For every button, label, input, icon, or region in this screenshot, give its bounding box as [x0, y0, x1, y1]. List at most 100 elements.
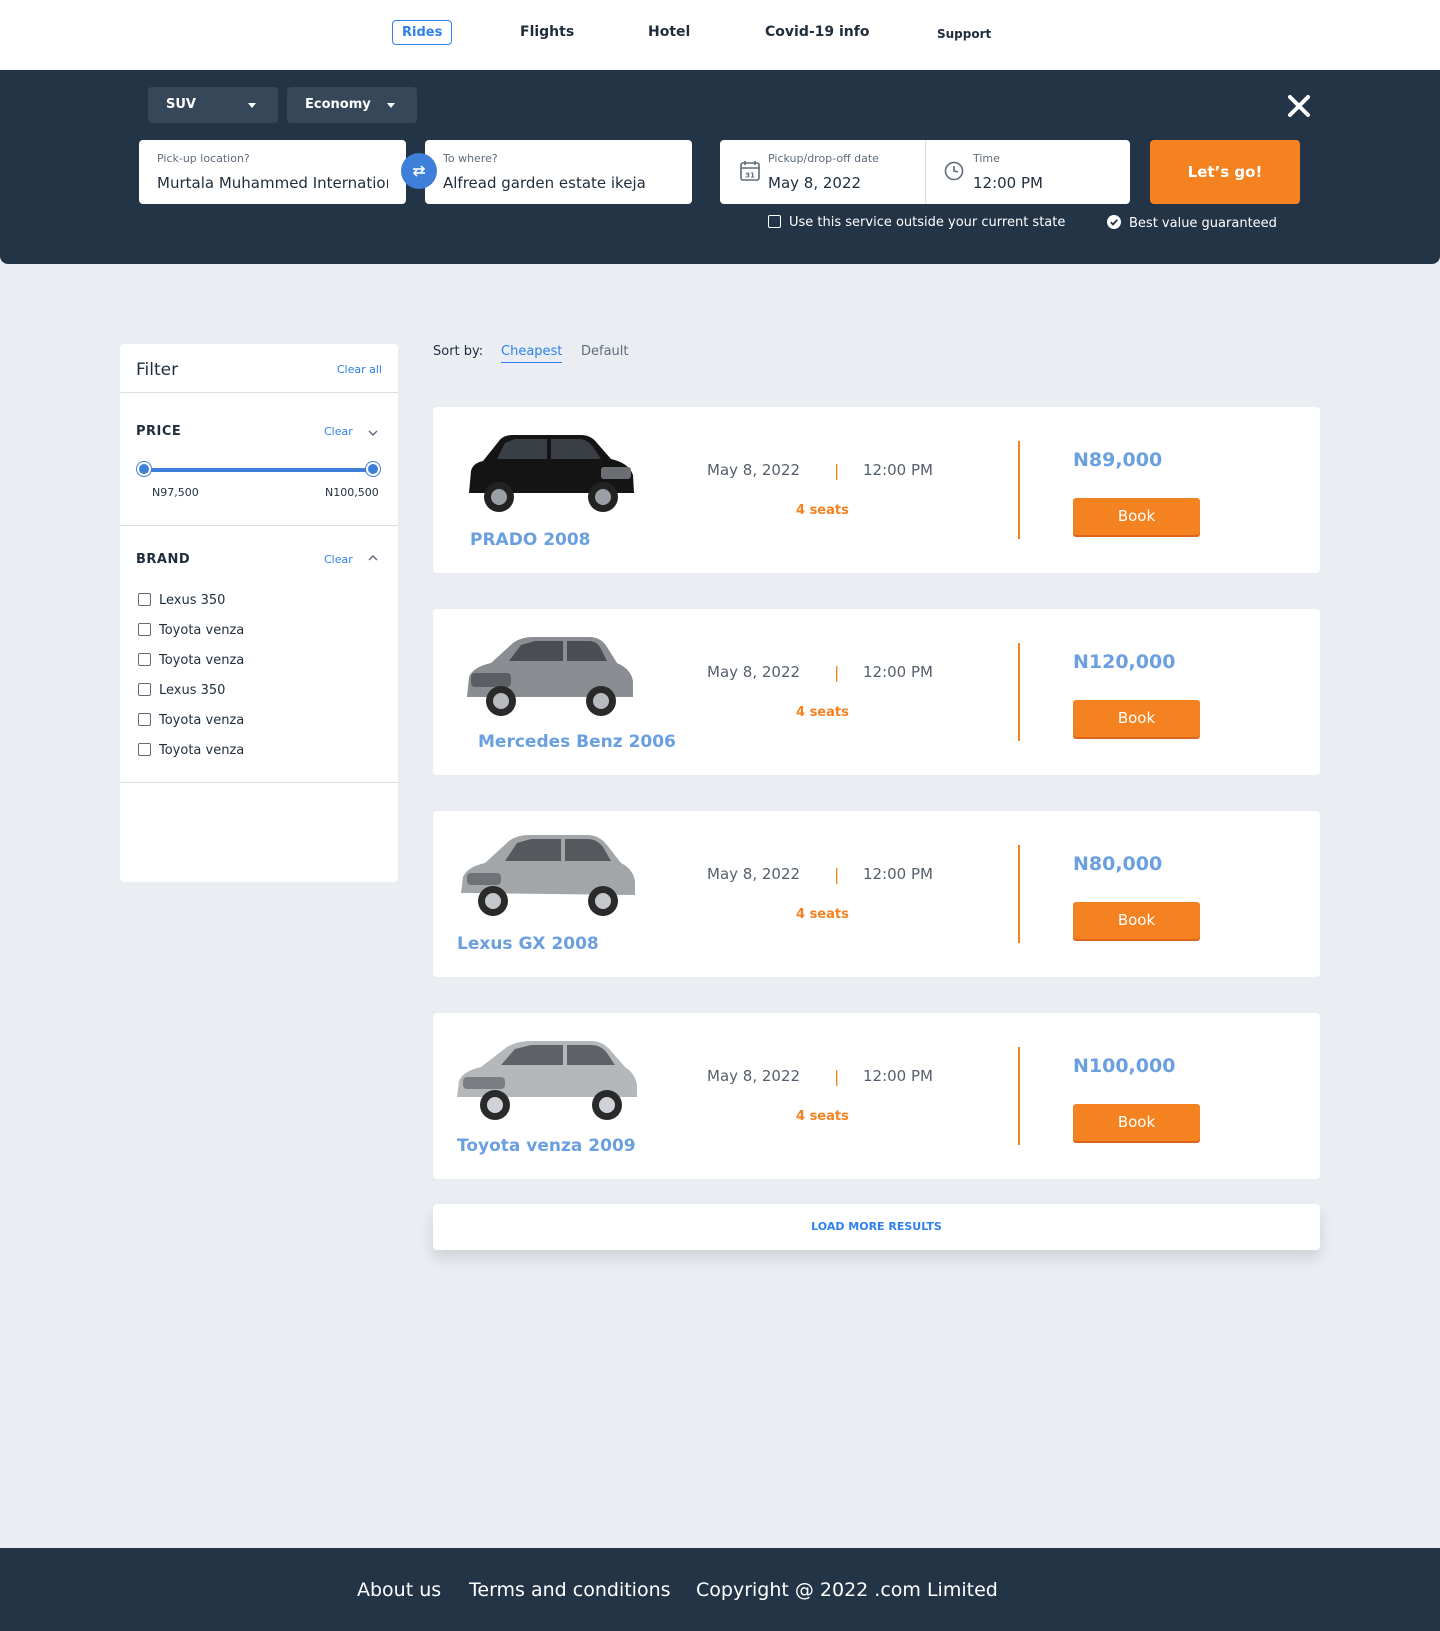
- outside-state-checkbox[interactable]: [768, 215, 781, 228]
- brand-clear-link[interactable]: Clear: [324, 553, 353, 566]
- vehicle-type-select[interactable]: SUV: [148, 87, 278, 123]
- book-button[interactable]: Book: [1073, 498, 1200, 535]
- trip-date: May 8, 2022: [707, 663, 801, 681]
- lets-go-button[interactable]: Let’s go!: [1150, 140, 1300, 204]
- vertical-divider: [1018, 845, 1020, 943]
- result-card: PRADO 2008 May 8, 2022 | 12:00 PM 4 seat…: [433, 407, 1320, 573]
- trip-date: May 8, 2022: [707, 865, 801, 883]
- seats-count: 4 seats: [796, 907, 849, 922]
- price-max-handle[interactable]: [366, 462, 380, 476]
- brand-option[interactable]: Lexus 350: [138, 683, 225, 698]
- trip-date: May 8, 2022: [707, 461, 801, 479]
- best-value-label: Best value guaranteed: [1129, 216, 1277, 231]
- sort-cheapest[interactable]: Cheapest: [501, 344, 563, 363]
- separator: |: [834, 663, 840, 682]
- nav-tab-covid-info[interactable]: Covid-19 info: [765, 24, 869, 40]
- trip-time: 12:00 PM: [863, 865, 933, 883]
- vertical-divider: [1018, 441, 1020, 539]
- car-image: [457, 1041, 637, 1120]
- dropoff-location-field[interactable]: To where? Alfread garden estate ikeja: [425, 140, 692, 204]
- date-value[interactable]: May 8, 2022: [768, 174, 861, 192]
- car-name: Mercedes Benz 2006: [478, 732, 676, 752]
- price-range-slider[interactable]: [144, 468, 374, 472]
- pickup-location-label: Pick-up location?: [157, 152, 250, 165]
- brand-option[interactable]: Toyota venza: [138, 743, 244, 758]
- calendar-day-text: 31: [745, 172, 755, 180]
- car-image: [469, 435, 634, 512]
- seats-count: 4 seats: [796, 1109, 849, 1124]
- nav-tab-hotel[interactable]: Hotel: [648, 24, 690, 40]
- brand-option-label: Toyota venza: [159, 623, 245, 638]
- caret-down-icon: [248, 103, 256, 108]
- sort-label: Sort by:: [433, 344, 484, 359]
- swap-arrows-icon: [412, 165, 426, 177]
- book-button[interactable]: Book: [1073, 700, 1200, 737]
- outside-state-option[interactable]: Use this service outside your current st…: [768, 215, 1065, 230]
- brand-option-label: Lexus 350: [159, 593, 226, 608]
- caret-down-icon: [387, 103, 395, 108]
- nav-tab-support[interactable]: Support: [937, 27, 991, 41]
- footer-about-link[interactable]: About us: [357, 1579, 441, 1601]
- filter-panel: Filter Clear all PRICE Clear N97,500 N10…: [120, 344, 398, 882]
- outside-state-label: Use this service outside your current st…: [789, 215, 1066, 230]
- price-min-handle[interactable]: [137, 462, 151, 476]
- trip-time: 12:00 PM: [863, 663, 933, 681]
- price: N89,000: [1073, 449, 1163, 471]
- close-icon[interactable]: [1286, 93, 1312, 119]
- sort-default[interactable]: Default: [581, 344, 629, 359]
- price-clear-link[interactable]: Clear: [324, 425, 353, 438]
- calendar-icon: 31: [740, 161, 760, 181]
- brand-option[interactable]: Lexus 350: [138, 593, 225, 608]
- price-max-label: N100,500: [325, 486, 379, 499]
- brand-option-label: Toyota venza: [159, 713, 245, 728]
- date-time-field: 31 Pickup/drop-off date May 8, 2022 Time…: [720, 140, 1130, 204]
- separator: |: [834, 865, 840, 884]
- chevron-up-icon[interactable]: [368, 553, 378, 563]
- pickup-location-field[interactable]: Pick-up location? Murtala Muhammed Inter…: [139, 140, 406, 204]
- price: N100,000: [1073, 1055, 1176, 1077]
- car-name: Lexus GX 2008: [457, 934, 599, 954]
- price-min-label: N97,500: [152, 486, 199, 499]
- time-value[interactable]: 12:00 PM: [973, 174, 1043, 192]
- brand-checkbox[interactable]: [138, 713, 151, 726]
- load-more-button[interactable]: LOAD MORE RESULTS: [433, 1204, 1320, 1250]
- result-card: Toyota venza 2009 May 8, 2022 | 12:00 PM…: [433, 1013, 1320, 1179]
- top-nav: Rides Flights Hotel Covid-19 info Suppor…: [0, 0, 1440, 70]
- book-button[interactable]: Book: [1073, 902, 1200, 939]
- brand-option[interactable]: Toyota venza: [138, 713, 244, 728]
- brand-checkbox[interactable]: [138, 743, 151, 756]
- price-section-title: PRICE: [136, 424, 182, 439]
- vehicle-type-value: SUV: [166, 97, 196, 112]
- clear-all-link[interactable]: Clear all: [337, 363, 382, 376]
- brand-checkbox[interactable]: [138, 683, 151, 696]
- time-label: Time: [973, 152, 1000, 165]
- brand-section-title: BRAND: [136, 552, 191, 567]
- car-name: Toyota venza 2009: [457, 1136, 636, 1156]
- result-card: Mercedes Benz 2006 May 8, 2022 | 12:00 P…: [433, 609, 1320, 775]
- nav-tab-flights[interactable]: Flights: [520, 24, 574, 40]
- brand-checkbox[interactable]: [138, 623, 151, 636]
- brand-checkbox[interactable]: [138, 653, 151, 666]
- separator: |: [834, 1067, 840, 1086]
- brand-option[interactable]: Toyota venza: [138, 653, 244, 668]
- class-value: Economy: [305, 97, 371, 112]
- brand-option-label: Toyota venza: [159, 653, 245, 668]
- brand-option[interactable]: Toyota venza: [138, 623, 244, 638]
- dropoff-location-label: To where?: [443, 152, 498, 165]
- footer-terms-link[interactable]: Terms and conditions: [469, 1579, 671, 1601]
- chevron-down-icon[interactable]: [368, 428, 378, 438]
- swap-locations-button[interactable]: [401, 153, 437, 189]
- trip-time: 12:00 PM: [863, 461, 933, 479]
- footer: About us Terms and conditions Copyright …: [0, 1548, 1440, 1631]
- brand-option-label: Lexus 350: [159, 683, 226, 698]
- price: N80,000: [1073, 853, 1163, 875]
- car-name: PRADO 2008: [470, 530, 591, 550]
- check-circle-icon: [1107, 215, 1121, 229]
- class-select[interactable]: Economy: [287, 87, 417, 123]
- trip-date: May 8, 2022: [707, 1067, 801, 1085]
- clock-icon: [944, 161, 964, 181]
- seats-count: 4 seats: [796, 503, 849, 518]
- nav-tab-rides[interactable]: Rides: [392, 20, 453, 45]
- book-button[interactable]: Book: [1073, 1104, 1200, 1141]
- brand-checkbox[interactable]: [138, 593, 151, 606]
